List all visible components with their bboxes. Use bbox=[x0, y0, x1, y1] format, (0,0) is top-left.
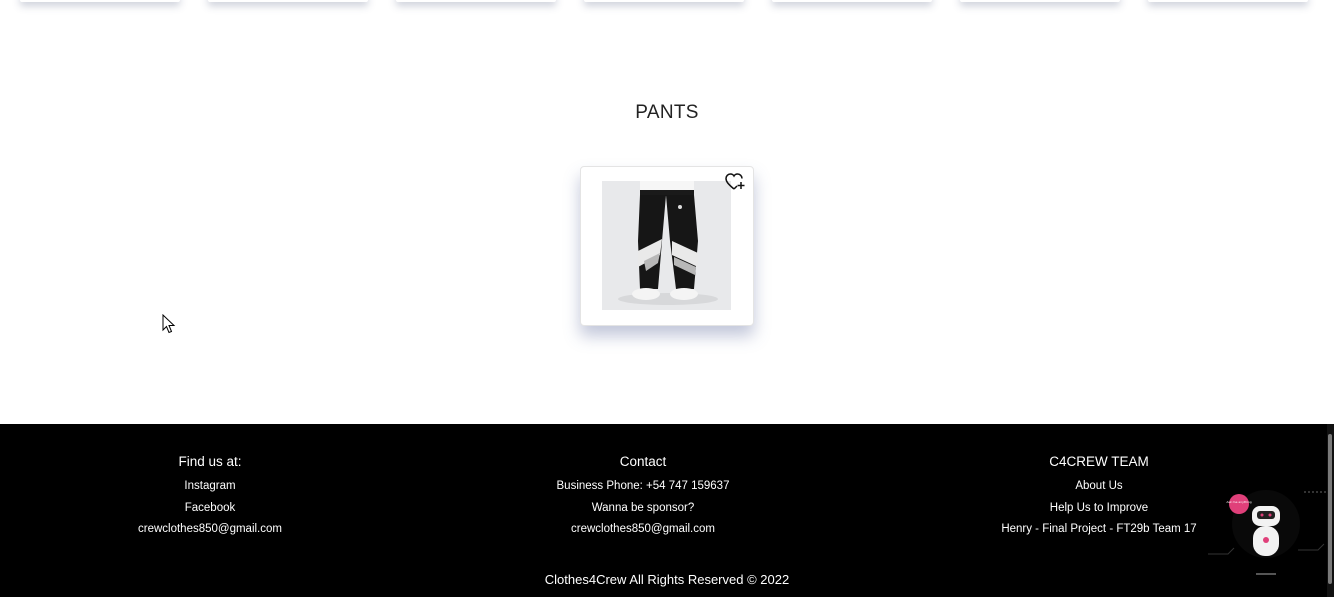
bubble-text: Ask me anything bbox=[1226, 500, 1251, 504]
footer-heading: Contact bbox=[619, 454, 667, 469]
help-improve-link[interactable]: Help Us to Improve bbox=[990, 498, 1208, 520]
footer-team: C4CREW TEAM About Us Help Us to Improve … bbox=[990, 454, 1208, 541]
scrollbar-thumb[interactable] bbox=[1328, 434, 1332, 584]
product-card-stub bbox=[208, 0, 368, 2]
product-card[interactable] bbox=[580, 166, 754, 326]
heart-plus-icon[interactable] bbox=[725, 172, 747, 192]
product-card-stub bbox=[20, 0, 180, 2]
footer-find-us: Find us at: Instagram Facebook crewcloth… bbox=[110, 454, 310, 541]
previous-section-cards bbox=[0, 0, 1334, 8]
scrollbar[interactable] bbox=[1327, 424, 1334, 597]
product-card-stub bbox=[960, 0, 1120, 2]
facebook-link[interactable]: Facebook bbox=[110, 498, 310, 520]
footer-heading: C4CREW TEAM bbox=[1049, 454, 1149, 469]
product-card-stub bbox=[584, 0, 744, 2]
product-card-stub bbox=[772, 0, 932, 2]
product-image[interactable] bbox=[602, 181, 731, 310]
site-footer: Find us at: Instagram Facebook crewcloth… bbox=[0, 424, 1334, 597]
about-us-link[interactable]: About Us bbox=[990, 476, 1208, 498]
email-link[interactable]: crewclothes850@gmail.com bbox=[543, 519, 743, 541]
copyright-text: Clothes4Crew All Rights Reserved © 2022 bbox=[544, 572, 790, 587]
footer-heading: Find us at: bbox=[178, 454, 242, 469]
email-link[interactable]: crewclothes850@gmail.com bbox=[110, 519, 310, 541]
instagram-link[interactable]: Instagram bbox=[110, 476, 310, 498]
product-card-stub bbox=[396, 0, 556, 2]
footer-contact: Contact Business Phone: +54 747 159637 W… bbox=[543, 454, 743, 541]
robot-assistant-icon[interactable]: Ask me anything bbox=[1208, 490, 1326, 580]
business-phone: Business Phone: +54 747 159637 bbox=[556, 480, 730, 492]
sponsor-link[interactable]: Wanna be sponsor? bbox=[543, 498, 743, 520]
product-card-stub bbox=[1148, 0, 1308, 2]
mouse-cursor-icon bbox=[162, 313, 176, 334]
section-title: PANTS bbox=[635, 102, 699, 123]
project-credit: Henry - Final Project - FT29b Team 17 bbox=[1001, 523, 1197, 535]
